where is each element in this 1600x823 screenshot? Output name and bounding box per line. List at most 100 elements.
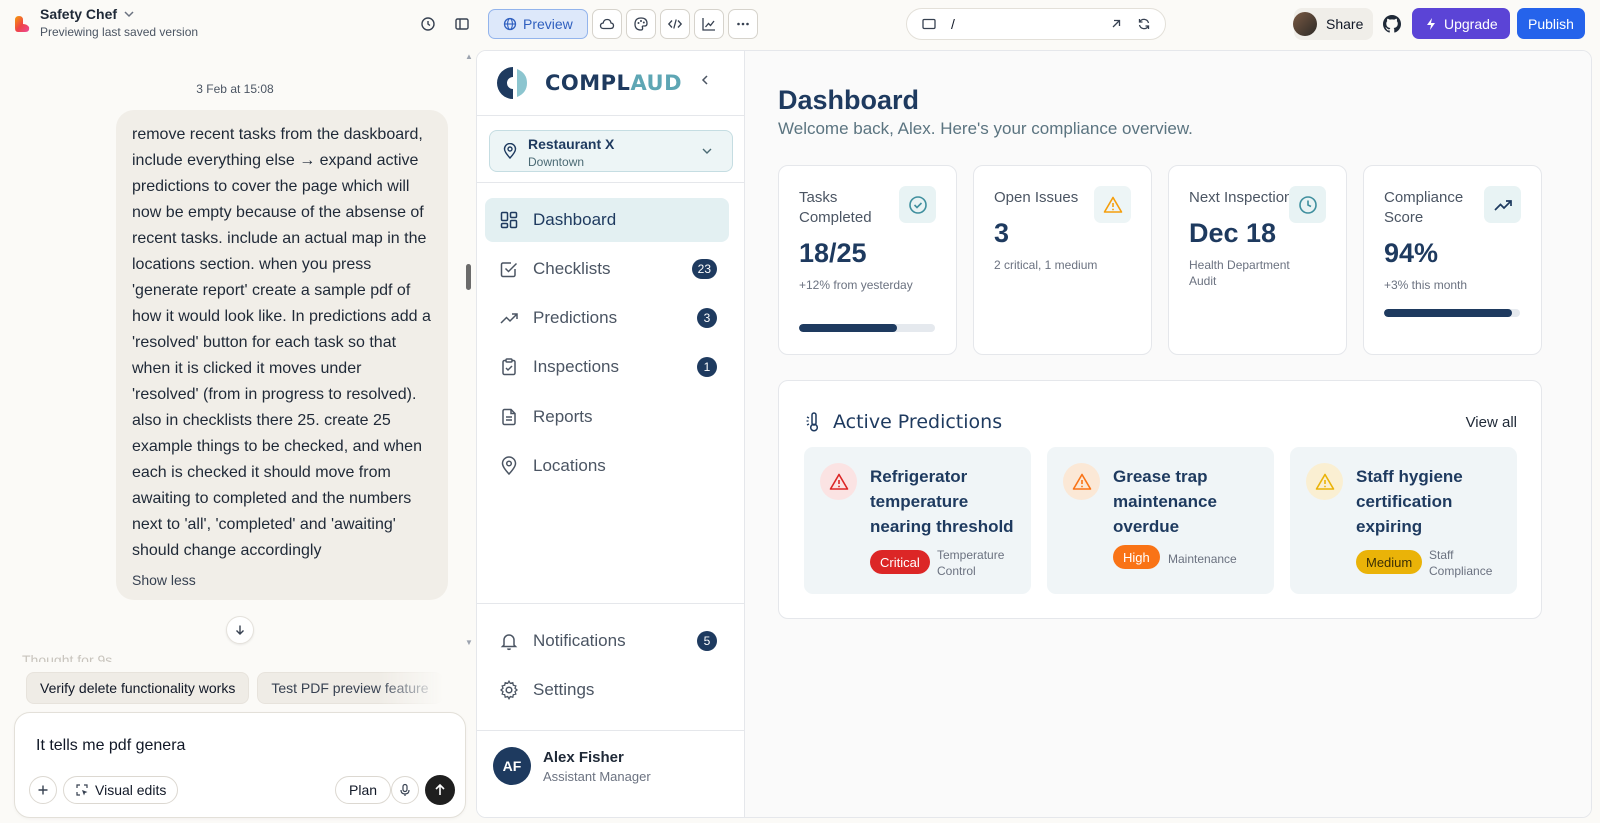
- stat-note: +3% this month: [1384, 278, 1468, 292]
- toggle-sidebar-button[interactable]: [450, 12, 474, 36]
- chat-input[interactable]: It tells me pdf genera: [36, 737, 185, 755]
- trending-up-icon: [500, 313, 518, 324]
- history-icon: [421, 17, 435, 31]
- sidebar-item-reports[interactable]: Reports: [485, 395, 729, 439]
- sidebar-item-locations[interactable]: Locations: [485, 444, 729, 488]
- prediction-card[interactable]: Refrigerator temperature nearing thresho…: [804, 447, 1031, 594]
- cloud-icon: [599, 18, 614, 30]
- location-selector[interactable]: Restaurant X Downtown: [489, 130, 733, 172]
- stat-note: +12% from yesterday: [799, 278, 913, 292]
- severity-badge: High: [1113, 545, 1160, 569]
- stat-value: Dec 18: [1189, 218, 1277, 248]
- project-name: Safety Chef: [40, 6, 118, 22]
- stat-card-next-inspection: Next Inspection Dec 18 Health Department…: [1168, 165, 1347, 355]
- warning-icon: [829, 473, 848, 490]
- prediction-card[interactable]: Grease trap maintenance overdue High Mai…: [1047, 447, 1274, 594]
- dashboard-icon: [500, 211, 518, 229]
- stat-icon: [1094, 186, 1131, 223]
- microphone-icon: [400, 783, 410, 796]
- sidebar-item-dashboard[interactable]: Dashboard: [485, 198, 729, 242]
- scroll-to-bottom-button[interactable]: [226, 616, 254, 644]
- progress-bar: [799, 324, 935, 332]
- github-button[interactable]: [1380, 12, 1404, 36]
- attach-button[interactable]: [29, 776, 57, 804]
- app-logo-icon[interactable]: [12, 14, 32, 34]
- pred-icon-wrap: [1063, 463, 1100, 500]
- sidebar-item-settings[interactable]: Settings: [485, 668, 729, 712]
- nav-label: Predictions: [533, 308, 618, 327]
- sidebar-item-checklists[interactable]: Checklists 23: [485, 247, 729, 291]
- sidebar-divider: [477, 182, 745, 183]
- clipboard-check-icon: [502, 358, 516, 376]
- open-external-icon[interactable]: [1109, 17, 1123, 31]
- project-name-button[interactable]: Safety Chef: [40, 6, 135, 22]
- clock-icon: [1298, 195, 1317, 214]
- sidebar-item-inspections[interactable]: Inspections 1: [485, 345, 729, 389]
- theme-button[interactable]: [625, 9, 656, 39]
- brand-name-accent: AUD: [630, 71, 683, 95]
- share-label: Share: [1326, 16, 1364, 32]
- analytics-button[interactable]: [693, 9, 724, 39]
- nav-label: Inspections: [533, 357, 619, 376]
- preview-button[interactable]: Preview: [488, 9, 588, 39]
- arrow-up-icon: [435, 783, 445, 795]
- show-less-button[interactable]: Show less: [132, 572, 196, 588]
- url-path[interactable]: /: [951, 16, 955, 32]
- collapse-sidebar-button[interactable]: [699, 73, 711, 91]
- map-pin-icon: [501, 456, 517, 476]
- chevron-down-icon: [702, 148, 712, 154]
- severity-badge: Critical: [870, 550, 930, 574]
- visual-edits-label: Visual edits: [95, 782, 167, 798]
- trending-up-icon: [1493, 199, 1512, 211]
- brand-name-main: COMPL: [545, 71, 631, 95]
- nav-label: Locations: [533, 456, 606, 475]
- history-button[interactable]: [416, 12, 440, 36]
- prediction-category: Maintenance: [1168, 552, 1237, 566]
- chat-scrollbar[interactable]: [466, 264, 471, 290]
- scroll-down-arrow[interactable]: ▼: [465, 638, 473, 647]
- chat-panel: ▲ 3 Feb at 15:08 remove recent tasks fro…: [0, 48, 476, 823]
- nav-badge: 3: [697, 308, 717, 328]
- plan-button[interactable]: Plan: [335, 776, 392, 804]
- user-message-text: remove recent tasks from the daskboard, …: [132, 126, 431, 559]
- code-button[interactable]: [659, 9, 690, 39]
- nav-badge: 5: [697, 631, 717, 651]
- more-button[interactable]: [727, 9, 758, 39]
- stat-label: Compliance Score: [1384, 189, 1464, 226]
- send-button[interactable]: [425, 775, 455, 805]
- refresh-icon[interactable]: [1137, 17, 1151, 31]
- prediction-card[interactable]: Staff hygiene certification expiring Med…: [1290, 447, 1517, 594]
- sidebar-divider: [477, 603, 745, 604]
- suggestion-chip[interactable]: Test PDF preview feature: [257, 672, 443, 704]
- user-message-bubble: remove recent tasks from the daskboard, …: [116, 110, 448, 600]
- stat-value: 3: [994, 218, 1010, 248]
- view-all-link[interactable]: View all: [1466, 414, 1517, 431]
- upgrade-button[interactable]: Upgrade: [1412, 8, 1510, 39]
- visual-edits-button[interactable]: Visual edits: [63, 776, 179, 804]
- user-avatar-top[interactable]: [1293, 12, 1317, 36]
- sidebar-item-notifications[interactable]: Notifications 5: [485, 619, 729, 663]
- message-timestamp: 3 Feb at 15:08: [196, 82, 274, 96]
- suggestion-chip[interactable]: Verify delete functionality works: [26, 672, 250, 704]
- avatar[interactable]: AF: [493, 747, 531, 785]
- thermometer-icon: [806, 412, 819, 432]
- scroll-up-arrow[interactable]: ▲: [465, 52, 473, 61]
- complaud-logo-icon: [497, 67, 527, 99]
- device-icon[interactable]: [921, 16, 937, 32]
- cloud-button[interactable]: [591, 9, 622, 39]
- plus-icon: [38, 785, 48, 795]
- url-bar[interactable]: /: [906, 8, 1166, 40]
- microphone-button[interactable]: [391, 776, 419, 804]
- publish-button[interactable]: Publish: [1517, 8, 1585, 39]
- nav-label: Checklists: [533, 259, 611, 278]
- sidebar-item-predictions[interactable]: Predictions 3: [485, 296, 729, 340]
- brand-logo[interactable]: COMPLAUD: [493, 65, 682, 101]
- progress-bar: [1384, 309, 1520, 317]
- progress-fill: [799, 324, 897, 332]
- stat-value: 18/25: [799, 238, 867, 268]
- location-name: Restaurant X: [528, 136, 615, 152]
- stat-value: 94%: [1384, 238, 1439, 268]
- pred-icon-wrap: [820, 463, 857, 500]
- stat-icon: [1484, 186, 1521, 223]
- chart-icon: [702, 18, 715, 31]
